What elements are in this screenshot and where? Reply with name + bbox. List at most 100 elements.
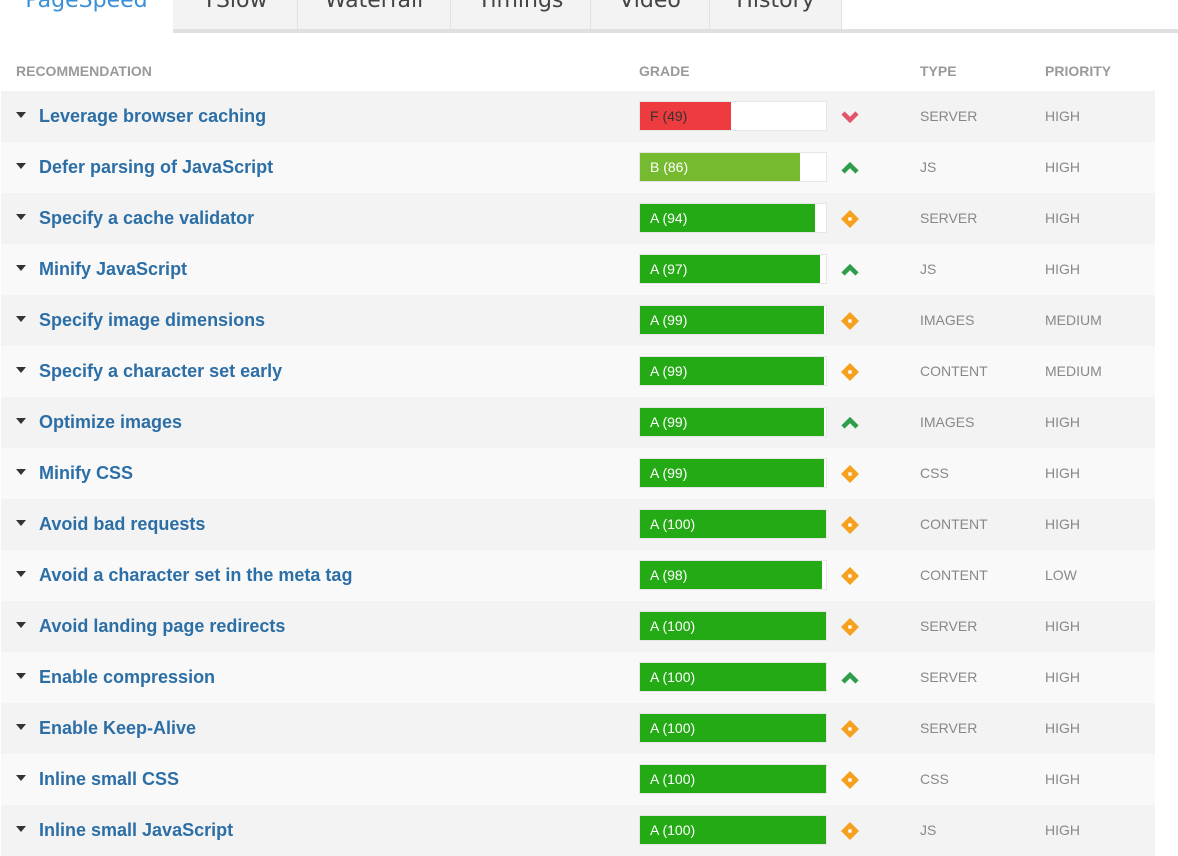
diamond-icon <box>840 362 860 382</box>
recommendation-type: SERVER <box>920 618 978 634</box>
recommendation-name[interactable]: Specify a character set early <box>39 361 282 382</box>
recommendation-priority: HIGH <box>1045 414 1080 430</box>
table-row[interactable]: Minify JavaScript A (97) JS HIGH <box>1 244 1155 295</box>
tab-timings[interactable]: Timings <box>451 0 591 29</box>
tab-waterfall[interactable]: Waterfall <box>298 0 451 29</box>
grade-bar: A (99) <box>639 458 827 488</box>
grade-label: A (97) <box>650 261 688 277</box>
expand-caret-icon[interactable] <box>16 112 26 118</box>
diamond-icon <box>840 311 860 331</box>
recommendation-type: SERVER <box>920 210 978 226</box>
table-row[interactable]: Avoid a character set in the meta tag A (… <box>1 550 1155 601</box>
expand-caret-icon[interactable] <box>16 367 26 373</box>
tab-video[interactable]: Video <box>591 0 710 29</box>
recommendation-type: CSS <box>920 465 949 481</box>
table-row[interactable]: Inline small CSS A (100) CSS HIGH <box>1 754 1155 805</box>
table-row[interactable]: Enable compression A (100) SERVER HIGH <box>1 652 1155 703</box>
recommendation-type: SERVER <box>920 720 978 736</box>
diamond-icon <box>840 617 860 637</box>
recommendation-name[interactable]: Specify image dimensions <box>39 310 265 331</box>
grade-bar: A (99) <box>639 356 827 386</box>
recommendation-priority: HIGH <box>1045 210 1080 226</box>
recommendation-type: JS <box>920 261 937 277</box>
tab-yslow[interactable]: YSlow <box>173 0 298 29</box>
grade-label: A (100) <box>650 822 696 838</box>
table-row[interactable]: Leverage browser caching F (49) SERVER HIGH <box>1 91 1155 142</box>
expand-caret-icon[interactable] <box>16 469 26 475</box>
recommendation-type: SERVER <box>920 108 978 124</box>
recommendation-name[interactable]: Optimize images <box>39 412 182 433</box>
recommendation-priority: LOW <box>1045 567 1077 583</box>
recommendation-priority: MEDIUM <box>1045 363 1102 379</box>
expand-caret-icon[interactable] <box>16 724 26 730</box>
recommendation-name[interactable]: Enable Keep-Alive <box>39 718 196 739</box>
expand-caret-icon[interactable] <box>16 571 26 577</box>
recommendation-type: CSS <box>920 771 949 787</box>
table-row[interactable]: Avoid bad requests A (100) CONTENT HIGH <box>1 499 1155 550</box>
table-row[interactable]: Minify CSS A (99) CSS HIGH <box>1 448 1155 499</box>
recommendation-name[interactable]: Avoid bad requests <box>39 514 205 535</box>
table-row[interactable]: Specify image dimensions A (99) IMAGES MEDI… <box>1 295 1155 346</box>
recommendation-priority: MEDIUM <box>1045 312 1102 328</box>
recommendation-priority: HIGH <box>1045 771 1080 787</box>
header-type[interactable]: TYPE <box>920 63 957 79</box>
grade-bar: A (100) <box>639 815 827 845</box>
expand-caret-icon[interactable] <box>16 163 26 169</box>
recommendation-name[interactable]: Minify CSS <box>39 463 133 484</box>
diamond-icon <box>840 566 860 586</box>
expand-caret-icon[interactable] <box>16 673 26 679</box>
expand-caret-icon[interactable] <box>16 265 26 271</box>
recommendation-priority: HIGH <box>1045 516 1080 532</box>
tab-pagespeed[interactable]: PageSpeed <box>0 0 173 34</box>
recommendation-priority: HIGH <box>1045 108 1080 124</box>
table-row[interactable]: Defer parsing of JavaScript B (86) JS HIGH <box>1 142 1155 193</box>
grade-bar: A (100) <box>639 611 827 641</box>
expand-caret-icon[interactable] <box>16 826 26 832</box>
grade-label: A (100) <box>650 669 696 685</box>
recommendation-name[interactable]: Leverage browser caching <box>39 106 266 127</box>
recommendation-priority: HIGH <box>1045 261 1080 277</box>
recommendation-type: CONTENT <box>920 567 988 583</box>
diamond-icon <box>840 464 860 484</box>
header-priority[interactable]: PRIORITY <box>1045 63 1111 79</box>
grade-bar: A (99) <box>639 407 827 437</box>
tab-history[interactable]: History <box>710 0 842 29</box>
recommendation-name[interactable]: Avoid landing page redirects <box>39 616 285 637</box>
diamond-icon <box>840 515 860 535</box>
expand-caret-icon[interactable] <box>16 775 26 781</box>
recommendation-priority: HIGH <box>1045 822 1080 838</box>
recommendation-name[interactable]: Specify a cache validator <box>39 208 254 229</box>
recommendation-name[interactable]: Enable compression <box>39 667 215 688</box>
grade-bar: A (97) <box>639 254 827 284</box>
recommendation-name[interactable]: Avoid a character set in the meta tag <box>39 565 352 586</box>
grade-label: A (100) <box>650 516 696 532</box>
chevron-up-icon <box>840 668 860 688</box>
recommendation-name[interactable]: Inline small CSS <box>39 769 179 790</box>
table-row[interactable]: Enable Keep-Alive A (100) SERVER HIGH <box>1 703 1155 754</box>
grade-bar: A (100) <box>639 509 827 539</box>
recommendation-priority: HIGH <box>1045 720 1080 736</box>
expand-caret-icon[interactable] <box>16 316 26 322</box>
header-grade[interactable]: GRADE <box>639 63 690 79</box>
recommendation-type: SERVER <box>920 669 978 685</box>
grade-bar: B (86) <box>639 152 827 182</box>
chevron-down-icon <box>840 107 860 127</box>
table-row[interactable]: Optimize images A (99) IMAGES HIGH <box>1 397 1155 448</box>
table-row[interactable]: Inline small JavaScript A (100) JS HIGH <box>1 805 1155 856</box>
recommendation-name[interactable]: Inline small JavaScript <box>39 820 233 841</box>
header-recommendation[interactable]: RECOMMENDATION <box>16 63 152 79</box>
grade-bar: A (98) <box>639 560 827 590</box>
recommendation-type: CONTENT <box>920 516 988 532</box>
expand-caret-icon[interactable] <box>16 520 26 526</box>
grade-label: A (99) <box>650 363 688 379</box>
expand-caret-icon[interactable] <box>16 214 26 220</box>
table-row[interactable]: Specify a cache validator A (94) SERVER HIG… <box>1 193 1155 244</box>
expand-caret-icon[interactable] <box>16 418 26 424</box>
table-row[interactable]: Specify a character set early A (99) CONTE… <box>1 346 1155 397</box>
expand-caret-icon[interactable] <box>16 622 26 628</box>
recommendation-name[interactable]: Minify JavaScript <box>39 259 187 280</box>
grade-label: A (98) <box>650 567 688 583</box>
recommendation-name[interactable]: Defer parsing of JavaScript <box>39 157 273 178</box>
table-row[interactable]: Avoid landing page redirects A (100) SERVE… <box>1 601 1155 652</box>
grade-bar: A (94) <box>639 203 827 233</box>
